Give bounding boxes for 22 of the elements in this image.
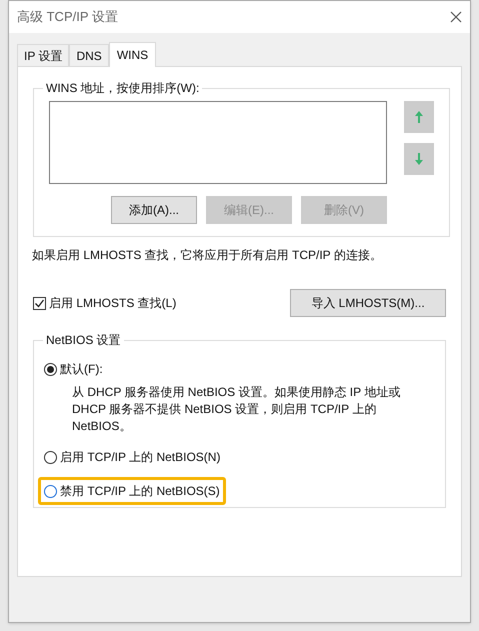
checkbox[interactable] (33, 296, 46, 310)
tab[interactable]: WINS (108, 42, 156, 67)
close-icon[interactable] (450, 11, 462, 23)
action-button[interactable]: 添加(A)... (111, 196, 197, 224)
radio-button[interactable] (44, 362, 57, 376)
option-description: 从 DHCP 服务器使用 NetBIOS 设置。如果使用静态 IP 地址或 DHCP 服务器不提供 NetBIOS 设置，则启用 TCP/IP 上的 NetBIOS。 (72, 384, 402, 435)
tab[interactable]: DNS (69, 44, 109, 66)
radio-label: 禁用 TCP/IP 上的 NetBIOS(S) (60, 483, 220, 500)
up-arrow-icon (414, 110, 424, 124)
group-title: NetBIOS 设置 (45, 332, 122, 349)
radio-button[interactable] (44, 450, 57, 464)
tab[interactable]: IP 设置 (17, 44, 70, 66)
window-title: 高级 TCP/IP 设置 (17, 8, 118, 26)
radio-button[interactable] (44, 484, 57, 498)
down-arrow-icon (414, 152, 424, 166)
address-list[interactable] (49, 101, 387, 184)
import-button[interactable]: 导入 LMHOSTS(M)... (290, 289, 446, 317)
lmhosts-note: 如果启用 LMHOSTS 查找，它将应用于所有启用 TCP/IP 的连接。 (32, 247, 383, 264)
radio-label: 启用 TCP/IP 上的 NetBIOS(N) (60, 449, 220, 466)
checkbox-label: 启用 LMHOSTS 查找(L) (49, 295, 176, 312)
radio-label: 默认(F): (60, 361, 103, 378)
group-title: WINS 地址，按使用排序(W): (45, 80, 200, 97)
